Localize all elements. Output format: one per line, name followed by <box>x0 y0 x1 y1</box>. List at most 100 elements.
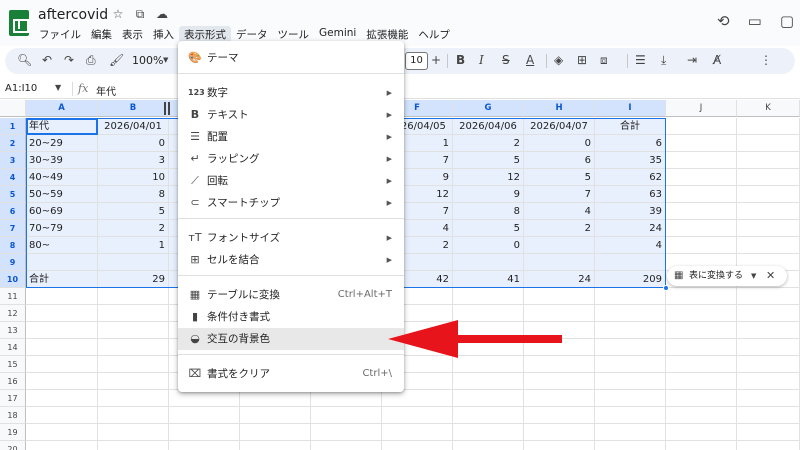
cell-k5[interactable] <box>737 186 800 203</box>
cell-j16[interactable] <box>666 373 737 390</box>
row-header-13[interactable]: 13 <box>0 322 26 339</box>
cell-b2[interactable]: 0 <box>98 135 169 152</box>
document-title[interactable]: aftercovid <box>38 7 108 23</box>
cell-i7[interactable]: 24 <box>595 220 666 237</box>
cell-g7[interactable]: 5 <box>453 220 524 237</box>
cell-a4[interactable]: 40~49 <box>26 169 98 186</box>
meet-icon[interactable]: ▢ <box>780 12 794 30</box>
cell-k4[interactable] <box>737 169 800 186</box>
cell-f17[interactable] <box>382 390 453 407</box>
format-menu-item-11[interactable]: ◒ 交互の背景色 <box>178 328 404 350</box>
cell-f20[interactable] <box>382 441 453 450</box>
cell-b13[interactable] <box>98 322 169 339</box>
bold-icon[interactable]: B <box>456 53 465 67</box>
print-icon[interactable]: ⎙ <box>86 53 96 68</box>
cell-e20[interactable] <box>311 441 382 450</box>
row-header-8[interactable]: 8 <box>0 237 26 254</box>
cell-b9[interactable] <box>98 254 169 271</box>
cell-e17[interactable] <box>311 390 382 407</box>
borders-icon[interactable]: ⊞ <box>577 53 587 67</box>
cell-b6[interactable]: 5 <box>98 203 169 220</box>
cell-a5[interactable]: 50~59 <box>26 186 98 203</box>
column-header-g[interactable]: G <box>453 100 524 117</box>
cell-k6[interactable] <box>737 203 800 220</box>
cell-b4[interactable]: 10 <box>98 169 169 186</box>
name-box[interactable]: A1:I10 <box>5 83 37 94</box>
cell-h19[interactable] <box>524 424 595 441</box>
cell-a7[interactable]: 70~79 <box>26 220 98 237</box>
chevron-down-icon[interactable]: ▼ <box>163 56 168 64</box>
menu-view[interactable]: 表示 <box>117 26 148 43</box>
cell-h9[interactable] <box>524 254 595 271</box>
cell-i9[interactable] <box>595 254 666 271</box>
cell-i4[interactable]: 62 <box>595 169 666 186</box>
cell-b1[interactable]: 2026/04/01 <box>98 118 169 135</box>
horizontal-align-icon[interactable]: ☰ <box>635 53 646 67</box>
cell-g18[interactable] <box>453 407 524 424</box>
cell-k2[interactable] <box>737 135 800 152</box>
cell-g20[interactable] <box>453 441 524 450</box>
cell-i19[interactable] <box>595 424 666 441</box>
cell-a2[interactable]: 20~29 <box>26 135 98 152</box>
column-header-b[interactable]: B <box>98 100 169 117</box>
format-menu-item-0[interactable]: 🎨 テーマ <box>178 47 404 69</box>
cell-b17[interactable] <box>98 390 169 407</box>
row-header-15[interactable]: 15 <box>0 356 26 373</box>
cell-b11[interactable] <box>98 288 169 305</box>
row-header-6[interactable]: 6 <box>0 203 26 220</box>
cell-j1[interactable] <box>666 118 737 135</box>
row-header-7[interactable]: 7 <box>0 220 26 237</box>
cell-b10[interactable]: 29 <box>98 271 169 288</box>
column-header-i[interactable]: I <box>595 100 666 117</box>
cell-i10[interactable]: 209 <box>595 271 666 288</box>
cell-i13[interactable] <box>595 322 666 339</box>
chevron-down-icon[interactable]: ▼ <box>751 266 756 286</box>
cell-i20[interactable] <box>595 441 666 450</box>
cell-j6[interactable] <box>666 203 737 220</box>
cell-k17[interactable] <box>737 390 800 407</box>
cell-g4[interactable]: 12 <box>453 169 524 186</box>
cell-a13[interactable] <box>26 322 98 339</box>
cell-d18[interactable] <box>240 407 311 424</box>
cell-i14[interactable] <box>595 339 666 356</box>
cell-g6[interactable]: 8 <box>453 203 524 220</box>
cell-e19[interactable] <box>311 424 382 441</box>
row-header-11[interactable]: 11 <box>0 288 26 305</box>
row-header-9[interactable]: 9 <box>0 254 26 271</box>
strikethrough-icon[interactable]: S <box>502 53 510 67</box>
cell-k16[interactable] <box>737 373 800 390</box>
merge-cells-icon[interactable]: ⧈ <box>600 53 608 68</box>
font-size-increase-icon[interactable]: + <box>431 53 441 67</box>
cell-b7[interactable]: 2 <box>98 220 169 237</box>
row-header-20[interactable]: 20 <box>0 441 26 450</box>
chevron-down-icon[interactable]: ▼ <box>55 83 61 92</box>
redo-icon[interactable]: ↷ <box>64 53 74 67</box>
cell-h18[interactable] <box>524 407 595 424</box>
row-header-3[interactable]: 3 <box>0 152 26 169</box>
cell-j12[interactable] <box>666 305 737 322</box>
cell-d17[interactable] <box>240 390 311 407</box>
cell-a11[interactable] <box>26 288 98 305</box>
cell-j7[interactable] <box>666 220 737 237</box>
format-menu-item-6[interactable]: ⊂ スマートチップ ▶ <box>178 192 404 214</box>
more-options-icon[interactable]: ⋮ <box>760 53 772 67</box>
cell-k13[interactable] <box>737 322 800 339</box>
cell-j17[interactable] <box>666 390 737 407</box>
cell-a17[interactable] <box>26 390 98 407</box>
cell-c20[interactable] <box>169 441 240 450</box>
cell-b19[interactable] <box>98 424 169 441</box>
cell-h6[interactable]: 4 <box>524 203 595 220</box>
cell-h20[interactable] <box>524 441 595 450</box>
cell-k7[interactable] <box>737 220 800 237</box>
row-header-1[interactable]: 1 <box>0 118 26 135</box>
text-wrapping-icon[interactable]: ⇥ <box>687 53 697 67</box>
cell-d19[interactable] <box>240 424 311 441</box>
row-header-10[interactable]: 10 <box>0 271 26 288</box>
cell-c19[interactable] <box>169 424 240 441</box>
cell-k15[interactable] <box>737 356 800 373</box>
cell-k18[interactable] <box>737 407 800 424</box>
cell-i12[interactable] <box>595 305 666 322</box>
cell-a12[interactable] <box>26 305 98 322</box>
select-all-corner[interactable] <box>0 100 26 117</box>
cell-g2[interactable]: 2 <box>453 135 524 152</box>
